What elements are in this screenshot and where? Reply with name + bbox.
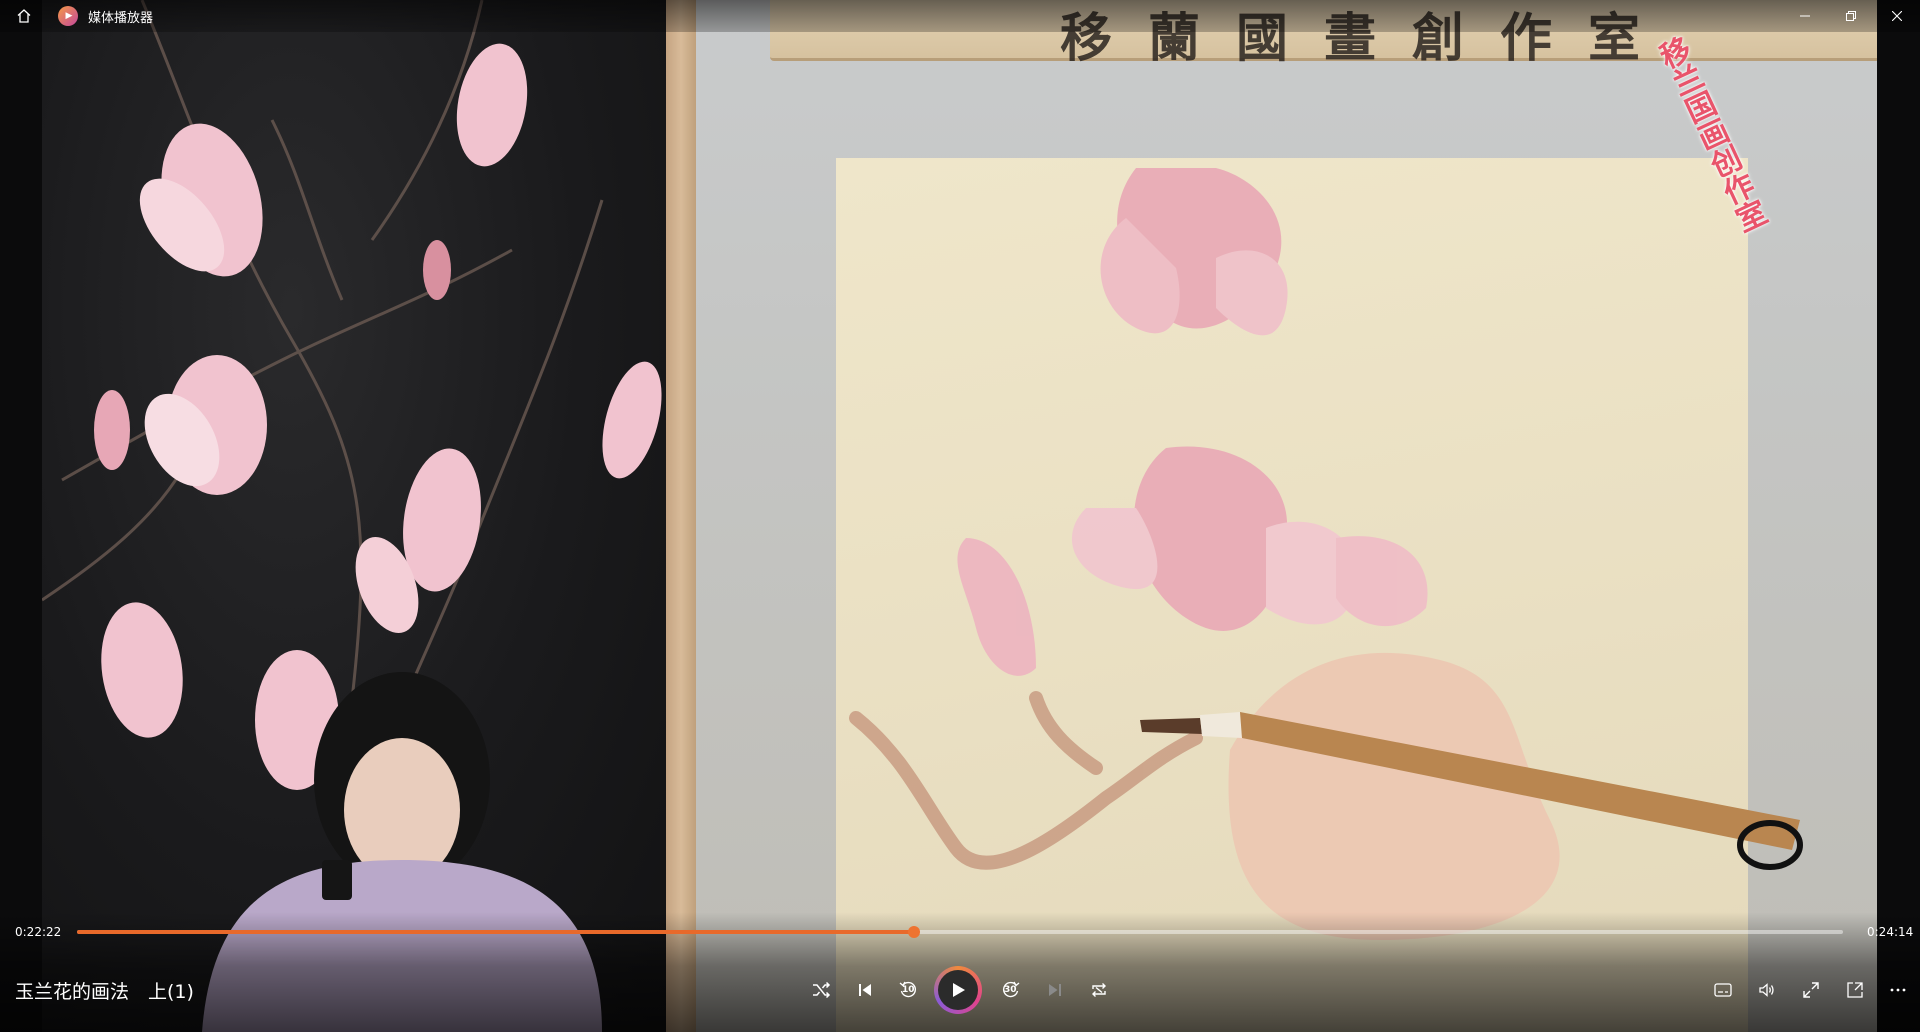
more-icon — [1890, 988, 1906, 992]
mini-view-button[interactable] — [1833, 968, 1877, 1012]
window-title: 媒体播放器 — [88, 11, 154, 26]
seek-bar-thumb[interactable] — [907, 926, 920, 938]
repeat-button[interactable] — [1077, 968, 1121, 1012]
restore-icon — [1846, 11, 1856, 21]
total-time: 0:24:14 — [1867, 925, 1914, 939]
repeat-icon — [1092, 983, 1106, 997]
shuffle-button[interactable] — [799, 968, 843, 1012]
media-player-logo: ▶ — [58, 6, 78, 26]
play-icon — [953, 983, 965, 997]
skip-back-button[interactable]: 10 — [886, 968, 930, 1012]
skip-back-seconds: 10 — [902, 985, 915, 995]
close-button[interactable] — [1874, 0, 1920, 32]
magnolia-backdrop — [42, 0, 666, 1032]
seek-bar-progress — [77, 930, 914, 934]
previous-button[interactable] — [843, 968, 887, 1012]
previous-icon — [859, 984, 871, 996]
play-button[interactable] — [934, 966, 982, 1014]
fullscreen-icon — [1803, 982, 1819, 998]
current-time: 0:22:22 — [15, 925, 62, 939]
subtitles-button[interactable] — [1701, 968, 1745, 1012]
seek-bar[interactable] — [77, 926, 1843, 938]
media-title: 玉兰花的画法 上(1) — [15, 981, 194, 1003]
fullscreen-button[interactable] — [1789, 968, 1833, 1012]
letterbox-right — [1877, 0, 1920, 1032]
next-button[interactable] — [1033, 968, 1077, 1012]
home-icon — [17, 9, 31, 23]
frame-edge — [666, 0, 696, 1032]
restore-button[interactable] — [1828, 0, 1874, 32]
shuffle-icon — [813, 981, 831, 999]
minimize-icon — [1800, 15, 1810, 17]
volume-icon — [1759, 983, 1774, 997]
skip-forward-seconds: 30 — [1004, 985, 1017, 995]
volume-button[interactable] — [1745, 968, 1789, 1012]
skip-forward-button[interactable]: 30 — [989, 968, 1033, 1012]
play-button-inner — [938, 970, 978, 1010]
magnolia-branches-illustration — [42, 0, 662, 1032]
video-frame[interactable]: 移蘭國畫創作室 移兰国画创作室 — [0, 0, 1920, 1032]
next-icon — [1049, 984, 1061, 996]
title-bar: ▶ 媒体播放器 — [0, 0, 1920, 32]
home-button[interactable] — [8, 0, 40, 32]
subtitles-icon — [1714, 983, 1732, 997]
mini-view-icon — [1847, 982, 1863, 998]
more-options-button[interactable] — [1876, 968, 1920, 1012]
minimize-button[interactable] — [1782, 0, 1828, 32]
close-icon — [1892, 11, 1902, 21]
letterbox-left — [0, 0, 42, 1032]
hand-with-brush — [1140, 652, 1803, 940]
